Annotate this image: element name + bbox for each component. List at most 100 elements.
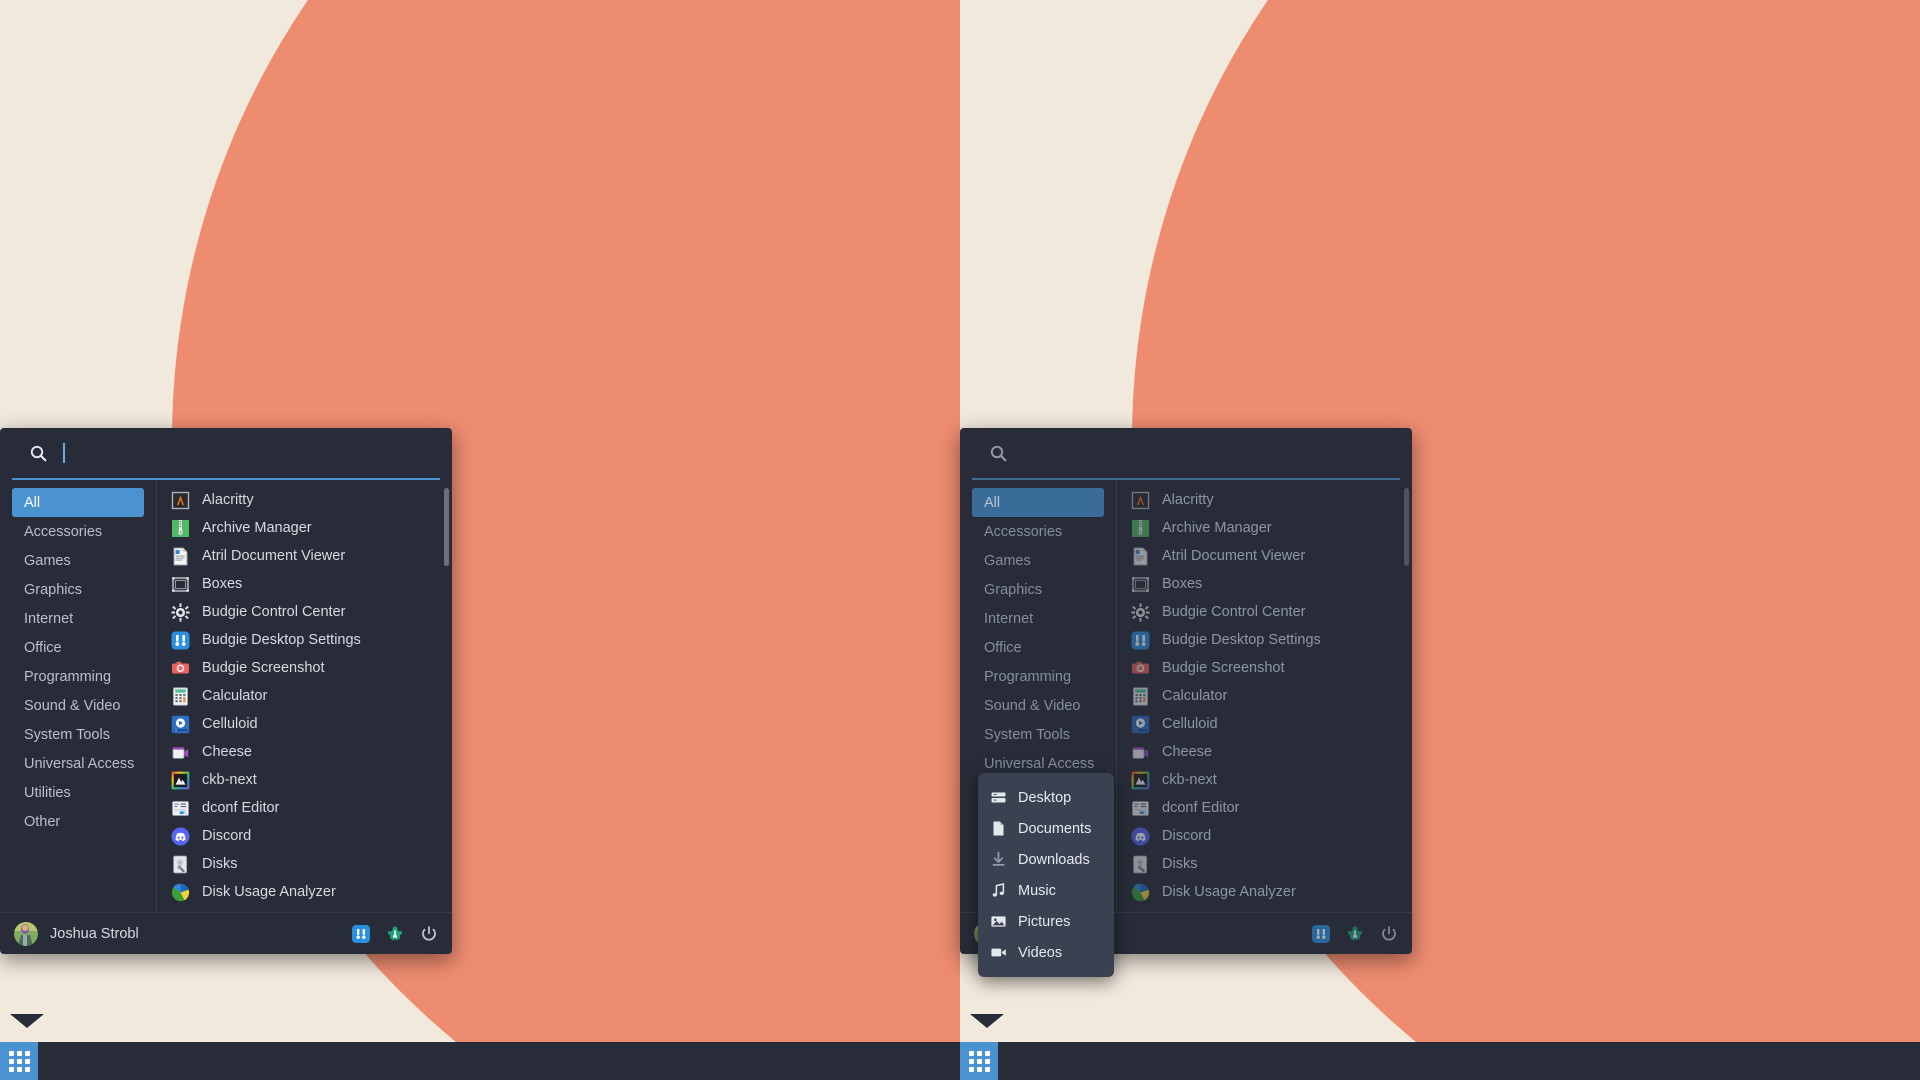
search-input[interactable]	[63, 441, 426, 465]
application-list-scrollbar[interactable]	[444, 488, 449, 900]
application-label: Discord	[1162, 828, 1211, 844]
category-item-programming[interactable]: Programming	[972, 662, 1104, 691]
category-label: Utilities	[24, 785, 71, 801]
application-item[interactable]: Budgie Control Center	[157, 598, 452, 626]
application-label: Cheese	[1162, 744, 1212, 760]
category-item-office[interactable]: Office	[12, 633, 144, 662]
category-item-graphics[interactable]: Graphics	[972, 575, 1104, 604]
application-item[interactable]: Disk Usage Analyzer	[157, 878, 452, 906]
scrollbar-thumb[interactable]	[444, 488, 449, 566]
application-item[interactable]: Disks	[1117, 850, 1412, 878]
application-item[interactable]: ckb-next	[157, 766, 452, 794]
category-label: Internet	[984, 611, 1033, 627]
application-item[interactable]: dconf Editor	[1117, 794, 1412, 822]
avatar[interactable]	[14, 922, 38, 946]
application-list-container[interactable]: AlacrittyArchive ManagerAtril Document V…	[1116, 480, 1412, 912]
category-item-accessories[interactable]: Accessories	[12, 517, 144, 546]
place-label: Desktop	[1018, 790, 1071, 806]
application-item[interactable]: Cheese	[157, 738, 452, 766]
application-item[interactable]: Archive Manager	[157, 514, 452, 542]
application-item[interactable]: Boxes	[1117, 570, 1412, 598]
application-label: Celluloid	[1162, 716, 1218, 732]
application-item[interactable]: Budgie Screenshot	[157, 654, 452, 682]
application-item[interactable]: Budgie Desktop Settings	[1117, 626, 1412, 654]
category-list[interactable]: AllAccessories Games GraphicsInternetOffic…	[0, 480, 156, 912]
app-grid-launcher-button[interactable]	[0, 1042, 38, 1080]
application-item[interactable]: Cheese	[1117, 738, 1412, 766]
category-item-internet[interactable]: Internet	[972, 604, 1104, 633]
application-item[interactable]: Archive Manager	[1117, 514, 1412, 542]
category-item-games[interactable]: Games	[972, 546, 1104, 575]
application-item[interactable]: Budgie Desktop Settings	[157, 626, 452, 654]
power-icon[interactable]	[1380, 925, 1398, 943]
tweaks-gear-icon[interactable]	[386, 925, 404, 943]
category-item-all[interactable]: All	[972, 488, 1104, 517]
application-item[interactable]: dconf Editor	[157, 794, 452, 822]
application-item[interactable]: Alacritty	[1117, 486, 1412, 514]
place-label: Videos	[1018, 945, 1062, 961]
application-list[interactable]: AlacrittyArchive ManagerAtril Document V…	[1117, 480, 1412, 906]
budgie-settings-icon[interactable]	[352, 925, 370, 943]
application-item[interactable]: Atril Document Viewer	[157, 542, 452, 570]
tweaks-gear-icon[interactable]	[1346, 925, 1364, 943]
category-item-sound-video[interactable]: Sound & Video	[12, 691, 144, 720]
application-item[interactable]: Budgie Control Center	[1117, 598, 1412, 626]
search-bar[interactable]	[12, 428, 440, 480]
application-item[interactable]: Discord	[1117, 822, 1412, 850]
category-item-graphics[interactable]: Graphics	[12, 575, 144, 604]
application-item[interactable]: Atril Document Viewer	[1117, 542, 1412, 570]
category-item-internet[interactable]: Internet	[12, 604, 144, 633]
application-item[interactable]: Discord	[157, 822, 452, 850]
category-item-all[interactable]: All	[12, 488, 144, 517]
application-item[interactable]: Disks	[157, 850, 452, 878]
category-item-other[interactable]: Other	[12, 807, 144, 836]
category-label: Games	[24, 553, 71, 569]
application-list-container[interactable]: AlacrittyArchive ManagerAtril Document V…	[156, 480, 452, 912]
place-item-downloads[interactable]: Downloads	[978, 844, 1114, 875]
category-item-system-tools[interactable]: System Tools	[972, 720, 1104, 749]
category-item-programming[interactable]: Programming	[12, 662, 144, 691]
category-item-universal-access[interactable]: Universal Access	[12, 749, 144, 778]
scrollbar-thumb[interactable]	[1404, 488, 1409, 566]
category-item-system-tools[interactable]: System Tools	[12, 720, 144, 749]
category-item-sound-video[interactable]: Sound & Video	[972, 691, 1104, 720]
place-item-pictures[interactable]: Pictures	[978, 906, 1114, 937]
application-list-scrollbar[interactable]	[1404, 488, 1409, 900]
search-icon	[30, 445, 47, 462]
budgie-desktop-settings-icon	[1131, 631, 1150, 650]
search-input[interactable]	[1023, 441, 1386, 465]
place-item-documents[interactable]: Documents	[978, 813, 1114, 844]
category-label: Graphics	[984, 582, 1042, 598]
application-label: ckb-next	[202, 772, 257, 788]
place-item-videos[interactable]: Videos	[978, 937, 1114, 968]
application-item[interactable]: Calculator	[157, 682, 452, 710]
application-item[interactable]: Disk Usage Analyzer	[1117, 878, 1412, 906]
budgie-menu-window-primary[interactable]: AllAccessories Games GraphicsInternetOffic…	[0, 428, 452, 954]
place-item-music[interactable]: Music	[978, 875, 1114, 906]
category-item-accessories[interactable]: Accessories	[972, 517, 1104, 546]
application-item[interactable]: Boxes	[157, 570, 452, 598]
application-item[interactable]: Celluloid	[1117, 710, 1412, 738]
app-grid-launcher-button[interactable]	[960, 1042, 998, 1080]
application-item[interactable]: Celluloid	[157, 710, 452, 738]
category-label: Universal Access	[24, 756, 134, 772]
boxes-icon	[171, 575, 190, 594]
search-bar[interactable]	[972, 428, 1400, 480]
application-label: Budgie Control Center	[1162, 604, 1305, 620]
power-icon[interactable]	[420, 925, 438, 943]
text-caret	[63, 443, 65, 463]
application-list[interactable]: AlacrittyArchive ManagerAtril Document V…	[157, 480, 452, 906]
place-item-desktop[interactable]: Desktop	[978, 782, 1114, 813]
category-item-office[interactable]: Office	[972, 633, 1104, 662]
places-popup-menu[interactable]: Desktop Documents DownloadsMusicPictures Vi…	[978, 773, 1114, 977]
application-item[interactable]: Calculator	[1117, 682, 1412, 710]
application-item[interactable]: ckb-next	[1117, 766, 1412, 794]
application-item[interactable]: Alacritty	[157, 486, 452, 514]
category-item-games[interactable]: Games	[12, 546, 144, 575]
application-label: Disks	[202, 856, 237, 872]
place-label: Documents	[1018, 821, 1091, 837]
application-label: Boxes	[1162, 576, 1202, 592]
category-item-utilities[interactable]: Utilities	[12, 778, 144, 807]
application-item[interactable]: Budgie Screenshot	[1117, 654, 1412, 682]
budgie-settings-icon[interactable]	[1312, 925, 1330, 943]
